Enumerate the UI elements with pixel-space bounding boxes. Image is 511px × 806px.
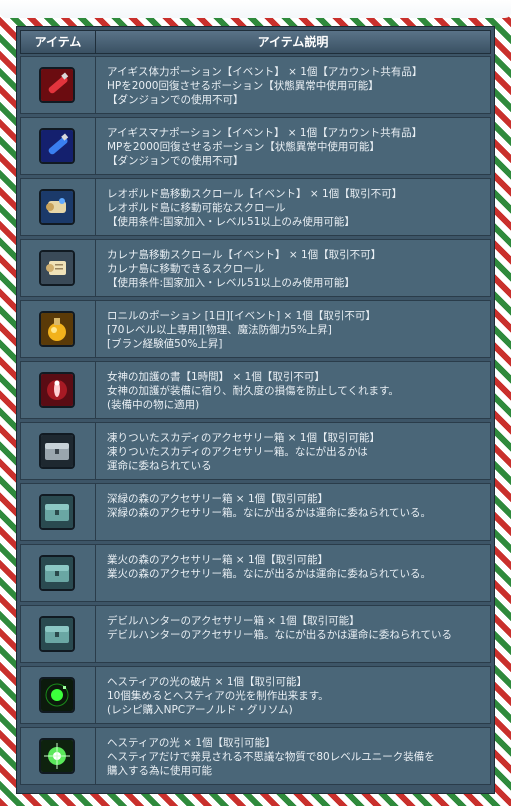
item-description: 業火の森のアクセサリー箱 × 1個【取引可能】業火の森のアクセサリー箱。なにが出… — [107, 553, 487, 581]
item-description-line: 凍りついたスカディのアクセサリー箱。なにが出るかは — [107, 446, 368, 458]
item-icon-cell — [21, 728, 96, 784]
potion-gold-icon — [39, 311, 75, 347]
item-description: アイギス体力ポーション【イベント】 × 1個【アカウント共有品】 HPを2000回… — [107, 65, 487, 107]
item-icon-cell — [21, 545, 96, 601]
item-description-line: [70レベル以上専用][物理、魔法防御力5%上昇] — [107, 324, 332, 336]
item-description-line: 女神の加護が装備に宿り、耐久度の損傷を防止してくれます。 — [107, 385, 399, 397]
snow-decoration — [0, 0, 511, 18]
item-description-line: 運命に委ねられている — [107, 460, 212, 472]
table-row: ヘスティアの光の破片 × 1個【取引可能】 10個集めるとヘスティアの光を制作出来… — [20, 666, 491, 724]
table-row: デビルハンターのアクセサリー箱 × 1個【取引可能】デビルハンターのアクセサリー… — [20, 605, 491, 663]
item-name-line: ヘスティアの光の破片 × 1個【取引可能】 — [107, 676, 308, 688]
header-description: アイテム説明 — [257, 35, 329, 49]
scroll-paper-icon — [39, 250, 75, 286]
item-icon-cell — [21, 423, 96, 479]
light-orb-icon — [39, 738, 75, 774]
item-description: 凍りついたスカディのアクセサリー箱 × 1個【取引可能】 凍りついたスカディのアク… — [107, 431, 487, 473]
item-description-line: 10個集めるとヘスティアの光を制作出来ます。 — [107, 690, 329, 702]
item-name-line: 凍りついたスカディのアクセサリー箱 × 1個【取引可能】 — [107, 432, 380, 444]
item-description-line: 【使用条件:国家加入・レベル51以上のみ使用可能】 — [107, 216, 355, 228]
item-description-line: 業火の森のアクセサリー箱。なにが出るかは運命に委ねられている。 — [107, 568, 432, 580]
item-name-line: 深緑の森のアクセサリー箱 × 1個【取引可能】 — [107, 493, 329, 505]
header-item: アイテム — [21, 31, 96, 53]
item-name-line: アイギスマナポーション【イベント】 × 1個【アカウント共有品】 — [107, 127, 423, 139]
table-row: 女神の加護の書【1時間】 × 1個【取引不可】女神の加護が装備に宿り、耐久度の損… — [20, 361, 491, 419]
item-icon-cell — [21, 484, 96, 540]
item-description-line: レオポルド島に移動可能なスクロール — [107, 202, 286, 214]
table-row: アイギス体力ポーション【イベント】 × 1個【アカウント共有品】 HPを2000回… — [20, 56, 491, 114]
table-header: アイテム アイテム説明 — [20, 30, 491, 54]
item-table: アイテム アイテム説明 アイギス体力ポーション【イベント】 × 1個【アカウント… — [16, 26, 495, 794]
item-description: ヘスティアの光 × 1個【取引可能】ヘスティアだけで発見される不思議な物質で80… — [107, 736, 487, 778]
table-row: ヘスティアの光 × 1個【取引可能】ヘスティアだけで発見される不思議な物質で80… — [20, 727, 491, 785]
table-row: カレナ島移動スクロール【イベント】 × 1個【取引不可】 カレナ島に移動できるスク… — [20, 239, 491, 297]
item-name-line: レオポルド島移動スクロール【イベント】 × 1個【取引不可】 — [107, 188, 403, 200]
item-description: ヘスティアの光の破片 × 1個【取引可能】 10個集めるとヘスティアの光を制作出来… — [107, 675, 487, 717]
item-name-line: ロニルのポーション [1日][イベント] × 1個【取引不可】 — [107, 310, 376, 322]
item-description-line: 【使用条件:国家加入・レベル51以上のみ使用可能】 — [107, 277, 355, 289]
item-icon-cell — [21, 179, 96, 235]
item-description-line: MPを2000回復させるポーション【状態異常中使用可能】 — [107, 141, 380, 153]
item-name-line: 業火の森のアクセサリー箱 × 1個【取引可能】 — [107, 554, 329, 566]
item-icon-cell — [21, 301, 96, 357]
scroll-blue-icon — [39, 189, 75, 225]
table-row: ロニルのポーション [1日][イベント] × 1個【取引不可】 [70レベル以上専… — [20, 300, 491, 358]
item-name-line: 女神の加護の書【1時間】 × 1個【取引不可】 — [107, 371, 325, 383]
item-description-line: 【ダンジョンでの使用不可】 — [107, 155, 244, 167]
item-description: デビルハンターのアクセサリー箱 × 1個【取引可能】デビルハンターのアクセサリー… — [107, 614, 487, 642]
item-icon-cell — [21, 667, 96, 723]
chest-teal-icon — [39, 616, 75, 652]
item-description-line: 深緑の森のアクセサリー箱。なにが出るかは運命に委ねられている。 — [107, 507, 432, 519]
item-icon-cell — [21, 118, 96, 174]
potion-red-icon — [39, 67, 75, 103]
item-icon-cell — [21, 606, 96, 662]
item-description-line: カレナ島に移動できるスクロール — [107, 263, 265, 275]
item-name-line: デビルハンターのアクセサリー箱 × 1個【取引可能】 — [107, 615, 360, 627]
item-description-line: (装備中の物に適用) — [107, 399, 200, 411]
item-icon-cell — [21, 362, 96, 418]
item-description: 女神の加護の書【1時間】 × 1個【取引不可】女神の加護が装備に宿り、耐久度の損… — [107, 370, 487, 412]
item-description-line: HPを2000回復させるポーション【状態異常中使用可能】 — [107, 80, 379, 92]
item-description-line: 【ダンジョンでの使用不可】 — [107, 94, 244, 106]
item-description: アイギスマナポーション【イベント】 × 1個【アカウント共有品】 MPを2000回… — [107, 126, 487, 168]
item-description-line: デビルハンターのアクセサリー箱。なにが出るかは運命に委ねられている — [107, 629, 453, 641]
item-description-line: [ブラン経験値50%上昇] — [107, 338, 223, 350]
table-row: アイギスマナポーション【イベント】 × 1個【アカウント共有品】 MPを2000回… — [20, 117, 491, 175]
light-shard-icon — [39, 677, 75, 713]
potion-blue-icon — [39, 128, 75, 164]
item-name-line: アイギス体力ポーション【イベント】 × 1個【アカウント共有品】 — [107, 66, 423, 78]
item-description: 深緑の森のアクセサリー箱 × 1個【取引可能】深緑の森のアクセサリー箱。なにが出… — [107, 492, 487, 520]
table-row: レオポルド島移動スクロール【イベント】 × 1個【取引不可】 レオポルド島に移動可… — [20, 178, 491, 236]
chest-teal-icon — [39, 555, 75, 591]
table-row: 深緑の森のアクセサリー箱 × 1個【取引可能】深緑の森のアクセサリー箱。なにが出… — [20, 483, 491, 541]
item-description: レオポルド島移動スクロール【イベント】 × 1個【取引不可】 レオポルド島に移動可… — [107, 187, 487, 229]
item-icon-cell — [21, 57, 96, 113]
table-row: 業火の森のアクセサリー箱 × 1個【取引可能】業火の森のアクセサリー箱。なにが出… — [20, 544, 491, 602]
chest-teal-icon — [39, 494, 75, 530]
item-description: ロニルのポーション [1日][イベント] × 1個【取引不可】 [70レベル以上専… — [107, 309, 487, 351]
frozen-chest-icon — [39, 433, 75, 469]
item-icon-cell — [21, 240, 96, 296]
item-description-line: (レシピ購入NPCアーノルド・グリソム) — [107, 704, 293, 716]
item-description: カレナ島移動スクロール【イベント】 × 1個【取引不可】 カレナ島に移動できるスク… — [107, 248, 487, 290]
table-row: 凍りついたスカディのアクセサリー箱 × 1個【取引可能】 凍りついたスカディのアク… — [20, 422, 491, 480]
goddess-book-icon — [39, 372, 75, 408]
item-name-line: カレナ島移動スクロール【イベント】 × 1個【取引不可】 — [107, 249, 382, 261]
item-description-line: ヘスティアだけで発見される不思議な物質で80レベルユニーク装備を — [107, 751, 435, 763]
item-description-line: 購入する為に使用可能 — [107, 765, 212, 777]
item-name-line: ヘスティアの光 × 1個【取引可能】 — [107, 737, 276, 749]
